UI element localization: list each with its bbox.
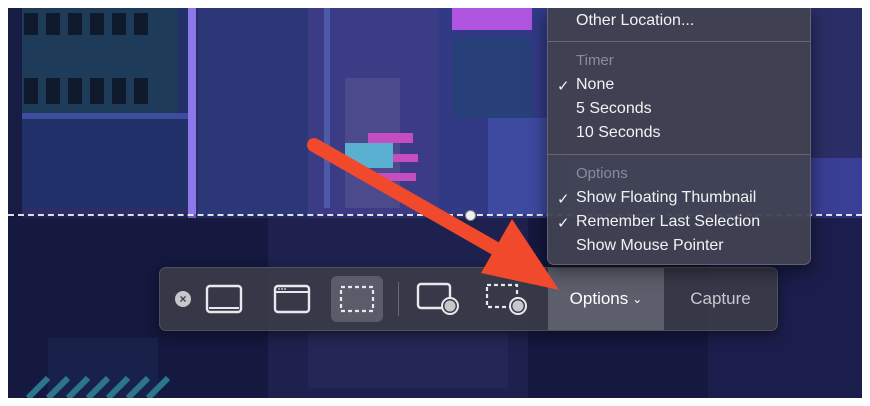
- menu-separator: [548, 41, 810, 42]
- menu-item-timer-none[interactable]: None: [576, 76, 614, 94]
- menu-item-timer-10-seconds[interactable]: 10 Seconds: [576, 124, 661, 142]
- record-screen-icon: [416, 282, 459, 315]
- record-entire-screen-button[interactable]: [412, 276, 464, 322]
- menu-header-options: Options: [576, 165, 628, 182]
- checkmark-icon: ✓: [557, 191, 570, 208]
- menu-separator: [548, 154, 810, 155]
- capture-entire-screen-button[interactable]: [198, 276, 250, 322]
- options-label: Options: [569, 289, 629, 308]
- menu-item-other-location[interactable]: Other Location...: [576, 12, 694, 30]
- record-selection-icon: [485, 283, 527, 315]
- toolbar-divider: [398, 282, 399, 316]
- options-button[interactable]: Options ⌄: [548, 268, 664, 330]
- checkmark-icon: ✓: [557, 78, 570, 95]
- options-menu: Other Location... Timer ✓ None 5 Seconds…: [547, 8, 811, 265]
- menu-item-show-mouse-pointer[interactable]: Show Mouse Pointer: [576, 237, 724, 255]
- capture-button[interactable]: Capture: [664, 268, 777, 330]
- capture-selection-button[interactable]: [331, 276, 383, 322]
- selection-resize-handle[interactable]: [465, 210, 476, 221]
- screenshot-stage: × Options ⌄ Capture Other Location... Ti…: [8, 8, 862, 398]
- checkmark-icon: ✓: [557, 215, 570, 232]
- record-selection-button[interactable]: [480, 276, 532, 322]
- screen-icon: [205, 284, 243, 314]
- capture-window-button[interactable]: [266, 276, 318, 322]
- capture-label: Capture: [690, 289, 751, 308]
- close-button[interactable]: ×: [170, 268, 196, 330]
- window-icon: [273, 284, 311, 314]
- dashed-selection-icon: [339, 285, 375, 313]
- screenshot-toolbar: × Options ⌄ Capture: [159, 267, 778, 331]
- chevron-down-icon: ⌄: [632, 292, 643, 306]
- menu-item-timer-5-seconds[interactable]: 5 Seconds: [576, 100, 652, 118]
- menu-item-show-floating-thumbnail[interactable]: Show Floating Thumbnail: [576, 189, 756, 207]
- menu-item-remember-last-selection[interactable]: Remember Last Selection: [576, 213, 760, 231]
- menu-header-timer: Timer: [576, 52, 614, 69]
- close-icon: ×: [175, 291, 191, 307]
